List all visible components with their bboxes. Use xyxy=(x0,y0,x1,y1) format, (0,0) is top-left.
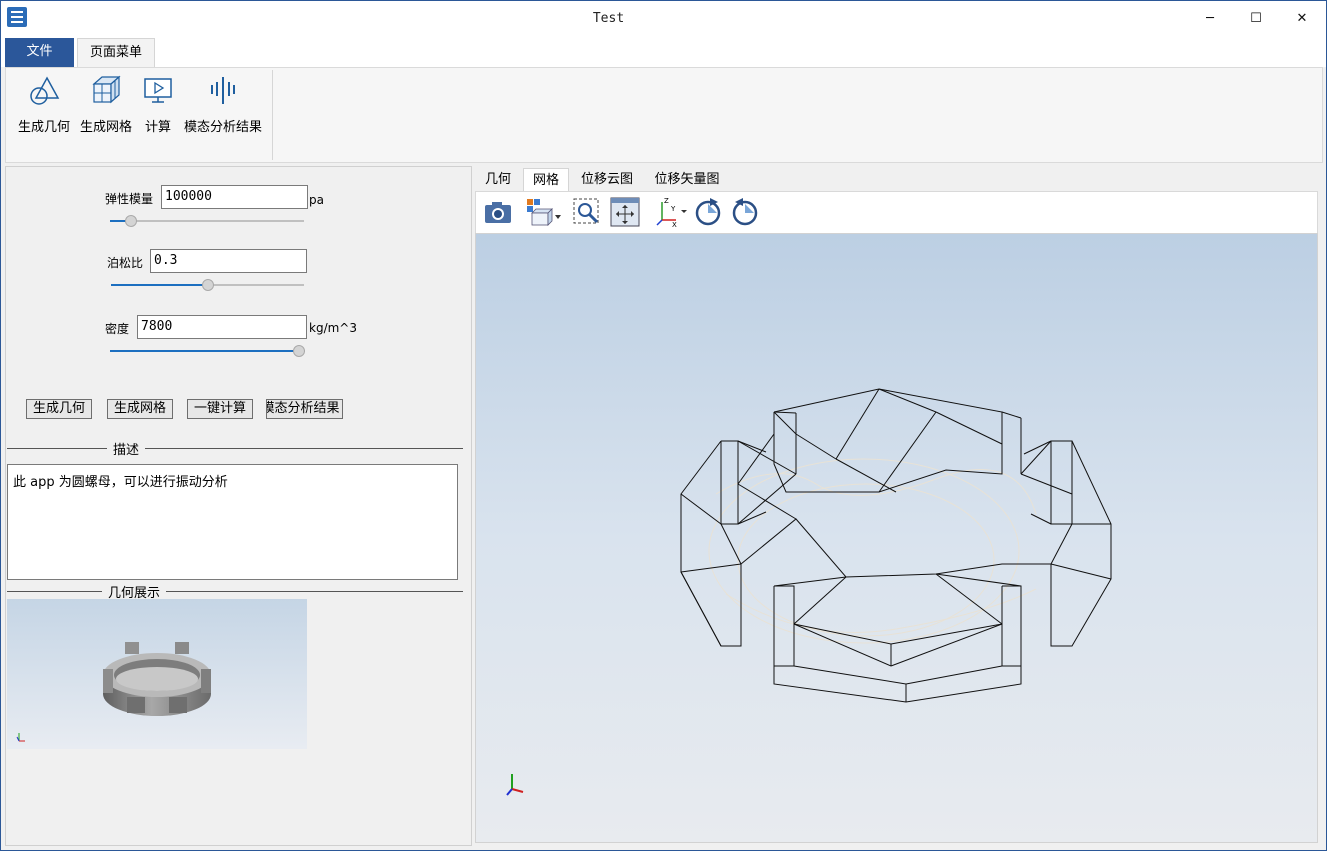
svg-text:X: X xyxy=(672,221,677,228)
mini-axis-triad-icon xyxy=(16,733,25,742)
app-window: Test ─ ☐ ✕ 文件 页面菜单 生成几何 生成网格 计算 模态分析结果 弹… xyxy=(0,0,1327,851)
poisson-ratio-input[interactable]: 0.3 xyxy=(150,249,307,273)
ribbon-button-label: 模态分析结果 xyxy=(183,120,262,135)
tab-displacement-vector[interactable]: 位移矢量图 xyxy=(647,168,727,192)
minimize-button[interactable]: ─ xyxy=(1187,1,1233,37)
generate-mesh-button[interactable]: 生成网格 xyxy=(107,399,173,419)
description-title: 描述 xyxy=(107,439,146,458)
round-nut-preview-image xyxy=(16,642,211,742)
elastic-modulus-unit: pa xyxy=(309,193,324,207)
ribbon-modal-result-button[interactable]: 模态分析结果 xyxy=(182,74,264,144)
nut-wireframe-mesh xyxy=(506,388,1112,796)
tab-file[interactable]: 文件 xyxy=(5,38,74,67)
ribbon-generate-mesh-button[interactable]: 生成网格 xyxy=(78,74,134,144)
poisson-ratio-label: 泊松比 xyxy=(107,256,144,270)
elastic-modulus-slider[interactable] xyxy=(110,215,304,227)
viewer-toolbar: ZY X xyxy=(475,191,1318,233)
camera-icon[interactable] xyxy=(482,196,514,228)
slider-thumb[interactable] xyxy=(293,345,305,357)
density-unit: kg/m^3 xyxy=(309,321,357,335)
viewer-panel: 几何 网格 位移云图 位移矢量图 ZY X xyxy=(475,166,1323,846)
geometry-icon xyxy=(30,76,60,105)
zoom-box-icon[interactable] xyxy=(571,196,603,228)
monitor-play-icon xyxy=(144,78,172,103)
window-title: Test xyxy=(592,11,625,26)
ribbon-separator xyxy=(272,70,273,160)
tab-geometry[interactable]: 几何 xyxy=(475,168,521,192)
viewport-axis-triad-icon xyxy=(506,774,524,796)
density-slider[interactable] xyxy=(110,345,305,357)
title-bar: Test ─ ☐ ✕ xyxy=(1,1,1326,37)
parameter-panel: 弹性模量 100000 pa 泊松比 0.3 密度 7800 kg/m^3 生成… xyxy=(5,166,472,846)
tab-page-menu[interactable]: 页面菜单 xyxy=(77,38,155,67)
elastic-modulus-input[interactable]: 100000 xyxy=(161,185,308,209)
axis-orientation-icon[interactable]: ZY X xyxy=(654,196,690,229)
description-textbox[interactable]: 此 app 为圆螺母，可以进行振动分析 xyxy=(7,464,458,580)
preview-divider xyxy=(7,591,463,592)
view-cube-icon[interactable] xyxy=(524,196,564,228)
poisson-ratio-slider[interactable] xyxy=(111,279,304,291)
elastic-modulus-label: 弹性模量 xyxy=(105,192,154,206)
tab-mesh[interactable]: 网格 xyxy=(523,168,569,192)
one-click-compute-button[interactable]: 一键计算 xyxy=(187,399,253,419)
svg-text:Y: Y xyxy=(670,205,676,213)
fit-all-icon[interactable] xyxy=(609,196,641,228)
mesh-cube-icon xyxy=(92,75,121,104)
ribbon-compute-button[interactable]: 计算 xyxy=(140,74,176,144)
ribbon-button-label: 生成网格 xyxy=(79,120,132,135)
maximize-button[interactable]: ☐ xyxy=(1233,1,1279,37)
mesh-3d-viewport[interactable] xyxy=(475,233,1318,843)
ribbon-tab-bar: 文件 页面菜单 xyxy=(1,37,1326,67)
generate-geometry-button[interactable]: 生成几何 xyxy=(26,399,92,419)
rotate-cw-icon[interactable] xyxy=(692,196,724,228)
density-label: 密度 xyxy=(105,322,130,336)
ribbon-panel: 生成几何 生成网格 计算 模态分析结果 xyxy=(5,67,1323,163)
slider-thumb[interactable] xyxy=(202,279,214,291)
ribbon-generate-geometry-button[interactable]: 生成几何 xyxy=(16,74,72,144)
close-button[interactable]: ✕ xyxy=(1279,1,1325,37)
density-input[interactable]: 7800 xyxy=(137,315,307,339)
ribbon-button-label: 生成几何 xyxy=(17,120,70,135)
ribbon-button-label: 计算 xyxy=(144,120,171,135)
geometry-preview xyxy=(7,599,307,749)
description-divider xyxy=(7,448,463,449)
slider-thumb[interactable] xyxy=(125,215,137,227)
tab-displacement-contour[interactable]: 位移云图 xyxy=(572,168,642,192)
modal-analysis-result-button[interactable]: 模态分析结果 xyxy=(266,399,343,419)
modal-bars-icon xyxy=(211,77,235,104)
svg-text:Z: Z xyxy=(664,197,669,205)
rotate-ccw-icon[interactable] xyxy=(729,196,761,228)
